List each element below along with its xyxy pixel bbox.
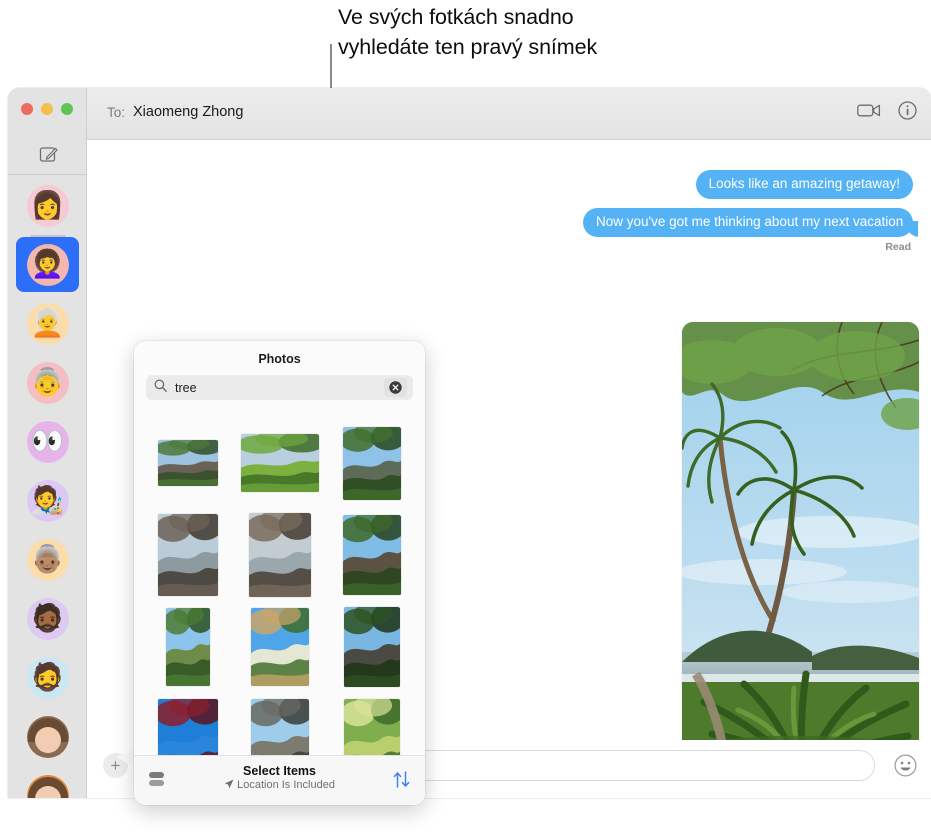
titlebar-actions bbox=[857, 101, 917, 125]
attachment-photo[interactable] bbox=[682, 322, 919, 777]
screenshot-root: Ve svých fotkách snadno vyhledáte ten pr… bbox=[0, 0, 931, 835]
avatar: 👩 bbox=[26, 184, 69, 227]
sidebar-item-conversation-11[interactable] bbox=[8, 766, 87, 798]
avatar: 👵 bbox=[26, 361, 69, 404]
photo-green-meadow[interactable] bbox=[240, 434, 319, 492]
popover-title: Photos bbox=[258, 352, 301, 366]
photo-white-flower[interactable] bbox=[343, 699, 400, 755]
sidebar-item-conversation-8[interactable]: 🧔🏾 bbox=[8, 589, 87, 648]
photo-grid-cell bbox=[238, 693, 321, 755]
photo-grid-row bbox=[146, 509, 413, 601]
photo-grid-row bbox=[146, 693, 413, 755]
photo-black-sand-beach[interactable] bbox=[250, 699, 309, 755]
sidebar-divider bbox=[8, 174, 87, 175]
sidebar-item-conversation-3[interactable]: 🧑‍🦳 bbox=[8, 294, 87, 353]
photo-grid-cell bbox=[146, 601, 229, 693]
video-camera-icon[interactable] bbox=[857, 102, 881, 124]
photo-grid-cell bbox=[146, 693, 229, 755]
location-arrow-icon bbox=[224, 779, 237, 791]
photo-beach-path[interactable] bbox=[343, 607, 400, 687]
photo-grid-cell bbox=[146, 509, 229, 601]
photos-popover: Photos tree Select Items Location Is Inc… bbox=[134, 341, 425, 805]
sidebar-section-divider bbox=[30, 235, 66, 237]
photo-grid-row bbox=[146, 601, 413, 693]
photo-grid-cell bbox=[330, 693, 413, 755]
sidebar-item-conversation-5[interactable]: 👀 bbox=[8, 412, 87, 471]
popover-footer: Select Items Location Is Included bbox=[134, 755, 425, 805]
sidebar: 👩 👩‍🦱 🧑‍🦳 👵 👀 🧑‍🎨 👵🏽 🧔🏾 🧔 bbox=[8, 88, 87, 798]
sidebar-header bbox=[8, 88, 86, 162]
zoom-button[interactable] bbox=[61, 103, 73, 115]
stack-view-icon[interactable] bbox=[149, 772, 164, 788]
photo-dog-in-flowers[interactable] bbox=[250, 608, 309, 686]
recipient-name[interactable]: Xiaomeng Zhong bbox=[133, 104, 243, 120]
conversation-list: 👩 👩‍🦱 🧑‍🦳 👵 👀 🧑‍🎨 👵🏽 🧔🏾 🧔 bbox=[8, 176, 87, 798]
avatar: 🧔 bbox=[26, 656, 69, 699]
search-container: tree bbox=[134, 366, 425, 400]
photo-grid-cell bbox=[238, 601, 321, 693]
photo-coastal-cliffs[interactable] bbox=[157, 514, 218, 596]
window-controls[interactable] bbox=[21, 103, 73, 115]
minimize-button[interactable] bbox=[41, 103, 53, 115]
avatar: 👵🏽 bbox=[26, 538, 69, 581]
callout-text: Ve svých fotkách snadno vyhledáte ten pr… bbox=[338, 5, 598, 59]
message-input[interactable] bbox=[359, 750, 875, 781]
message-row: Now you've got me thinking about my next… bbox=[87, 208, 931, 237]
photo-grid bbox=[134, 417, 425, 755]
avatar-face bbox=[34, 726, 61, 753]
sidebar-item-conversation-10[interactable] bbox=[8, 707, 87, 766]
search-icon bbox=[154, 379, 167, 397]
sidebar-item-conversation-9[interactable]: 🧔 bbox=[8, 648, 87, 707]
photo-palm-river[interactable] bbox=[342, 426, 401, 500]
conversation-titlebar: To: Xiaomeng Zhong bbox=[87, 88, 931, 140]
photo-forest-rocks[interactable] bbox=[157, 440, 218, 486]
photo-jungle-stream[interactable] bbox=[342, 515, 401, 595]
search-query-text: tree bbox=[175, 380, 197, 395]
photo-grid-cell bbox=[330, 417, 413, 509]
footer-subtitle-text: Location Is Included bbox=[237, 779, 335, 791]
photo-grid-row bbox=[146, 417, 413, 509]
photo-red-leaves-sky[interactable] bbox=[157, 699, 218, 755]
photo-palm-sky[interactable] bbox=[165, 608, 210, 686]
message-bubble[interactable]: Now you've got me thinking about my next… bbox=[583, 208, 917, 237]
avatar bbox=[26, 774, 69, 798]
photo-grid-cell bbox=[238, 509, 321, 601]
sidebar-item-conversation-6[interactable]: 🧑‍🎨 bbox=[8, 471, 87, 530]
read-receipt: Read bbox=[885, 241, 911, 253]
photo-sea-stacks[interactable] bbox=[248, 513, 311, 597]
sidebar-item-conversation-7[interactable]: 👵🏽 bbox=[8, 530, 87, 589]
avatar: 🧑‍🎨 bbox=[26, 479, 69, 522]
photo-grid-cell bbox=[238, 417, 321, 509]
info-circle-icon[interactable] bbox=[898, 101, 917, 125]
sidebar-item-conversation-1[interactable]: 👩 bbox=[8, 176, 87, 235]
avatar: 👀 bbox=[26, 420, 69, 463]
to-label: To: bbox=[107, 105, 126, 120]
photo-grid-cell bbox=[330, 509, 413, 601]
sort-arrows-icon[interactable] bbox=[392, 770, 411, 794]
photo-grid-cell bbox=[330, 601, 413, 693]
clear-circle-icon[interactable] bbox=[384, 378, 407, 397]
footer-subtitle: Location Is Included bbox=[134, 779, 425, 791]
avatar bbox=[26, 715, 69, 758]
avatar: 👩‍🦱 bbox=[26, 243, 69, 286]
close-button[interactable] bbox=[21, 103, 33, 115]
footer-title: Select Items bbox=[243, 764, 316, 778]
search-input[interactable]: tree bbox=[146, 375, 413, 400]
photo-grid-cell bbox=[146, 417, 229, 509]
message-row: Looks like an amazing getaway! bbox=[87, 170, 931, 199]
sidebar-item-conversation-2[interactable]: 👩‍🦱 bbox=[8, 235, 87, 294]
emoji-smiley-icon[interactable] bbox=[894, 754, 917, 777]
message-bubble[interactable]: Looks like an amazing getaway! bbox=[695, 170, 913, 199]
avatar: 🧔🏾 bbox=[26, 597, 69, 640]
sidebar-item-conversation-4[interactable]: 👵 bbox=[8, 353, 87, 412]
avatar: 🧑‍🦳 bbox=[26, 302, 69, 345]
compose-icon[interactable] bbox=[38, 144, 58, 164]
